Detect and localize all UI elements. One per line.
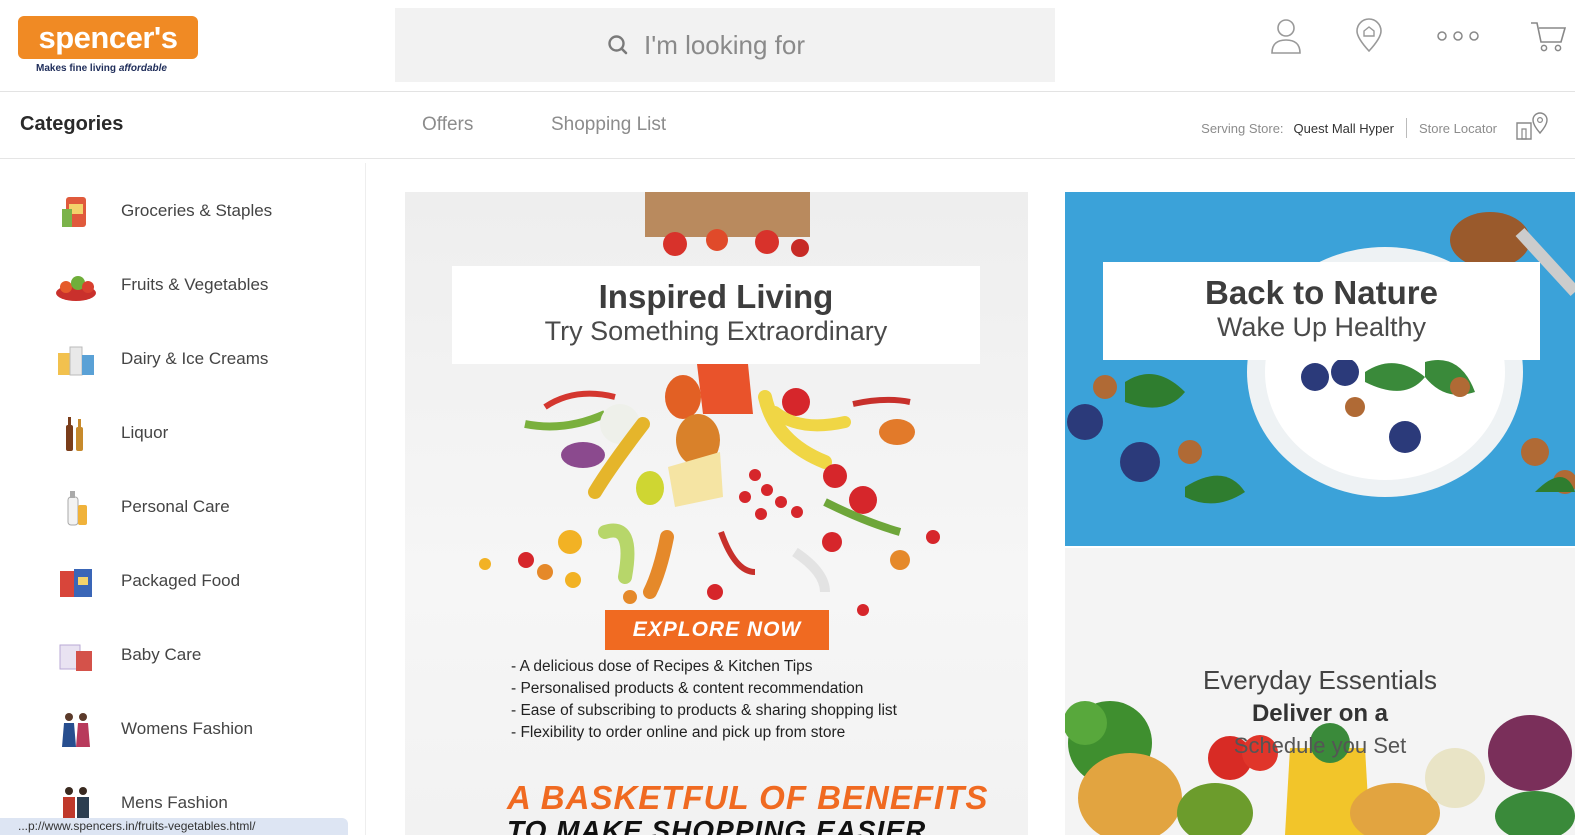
location-icon[interactable] — [1349, 16, 1389, 56]
logo-badge: spencer's — [18, 16, 198, 59]
sidebar-item-label: Groceries & Staples — [121, 201, 273, 220]
sidebar-item-groceries[interactable]: Groceries & Staples — [20, 181, 365, 241]
sidebar-item-label: Personal Care — [121, 497, 230, 516]
serving-store-name[interactable]: Quest Mall Hyper — [1294, 121, 1394, 136]
search-input[interactable] — [644, 29, 844, 61]
benefit-item: - A delicious dose of Recipes & Kitchen … — [511, 658, 813, 675]
spencers-logo[interactable]: spencer's Makes fine living affordable — [18, 16, 200, 78]
search-bar[interactable] — [395, 8, 1055, 82]
category-sidebar: Groceries & Staples Fruits & Vegetables … — [20, 163, 365, 835]
store-locator-link[interactable]: Store Locator — [1419, 121, 1497, 136]
sidebar-item-packaged-food[interactable]: Packaged Food — [20, 551, 365, 611]
personal-care-icon — [67, 491, 87, 526]
breakfast-bowl-illustration — [1065, 192, 1575, 546]
more-icon[interactable] — [1436, 16, 1480, 56]
inspired-living-title: Inspired Living — [598, 278, 834, 315]
sidebar-item-personal-care[interactable]: Personal Care — [20, 477, 365, 537]
dairy-icon — [58, 346, 94, 376]
fruits-vegetables-icon — [56, 276, 96, 301]
benefit-item: - Personalised products & content recomm… — [511, 680, 864, 697]
explore-now-button[interactable]: EXPLORE NOW — [605, 610, 829, 650]
sidebar-item-label: Mens Fashion — [121, 793, 228, 812]
sidebar-item-label: Womens Fashion — [121, 719, 253, 738]
nav-offers-link[interactable]: Offers — [422, 114, 473, 136]
benefits-list: - A delicious dose of Recipes & Kitchen … — [511, 656, 897, 744]
cart-icon[interactable] — [1528, 16, 1568, 56]
logo-tagline: Makes fine living affordable — [36, 63, 167, 74]
store-info: Serving Store: Quest Mall Hyper Store Lo… — [1201, 118, 1497, 138]
status-bar-url: ...p://www.spencers.in/fruits-vegetables… — [0, 818, 348, 835]
mens-fashion-icon — [63, 787, 89, 821]
serving-store-label: Serving Store: — [1201, 120, 1284, 136]
search-icon — [608, 35, 628, 55]
nav-row: Categories Offers Shopping List Serving … — [0, 93, 1575, 159]
categories-title[interactable]: Categories — [20, 113, 123, 136]
deliver-schedule-text: Deliver on a — [1251, 700, 1389, 727]
store-divider — [1405, 118, 1407, 138]
nav-shopping-list-link[interactable]: Shopping List — [551, 114, 666, 136]
back-to-nature-banner[interactable]: Back to Nature Wake Up Healthy — [1065, 192, 1575, 546]
baby-care-icon — [59, 644, 92, 671]
basketful-headline: A BASKETFUL OF BENEFITS — [507, 779, 989, 816]
app-window: spencer's Makes fine living affordable I… — [0, 0, 1575, 835]
sidebar-item-womens-fashion[interactable]: Womens Fashion — [20, 699, 365, 759]
everyday-essentials-title: Everyday Essentials — [1202, 665, 1438, 695]
everyday-essentials-banner[interactable]: Everyday Essentials Deliver on a Schedul… — [1065, 548, 1575, 835]
inspired-living-banner[interactable]: Inspired Living Try Something Extraordin… — [405, 192, 1028, 835]
sidebar-item-liquor[interactable]: Liquor — [20, 403, 365, 463]
sidebar-item-label: Liquor — [121, 423, 169, 442]
top-header: spencer's Makes fine living affordable — [0, 0, 1575, 92]
tagline-emphasis: affordable — [118, 63, 167, 74]
schedule-you-set-text: Schedule you Set — [1233, 733, 1407, 758]
groceries-icon — [62, 197, 86, 227]
back-to-nature-title: Back to Nature — [1205, 274, 1438, 311]
sidebar-item-label: Fruits & Vegetables — [121, 275, 269, 294]
sidebar-item-label: Baby Care — [121, 645, 202, 664]
user-icon[interactable] — [1266, 16, 1306, 56]
sidebar-item-dairy[interactable]: Dairy & Ice Creams — [20, 329, 365, 389]
shopping-easier-headline: TO MAKE SHOPPING EASIER — [507, 815, 927, 835]
benefit-item: - Ease of subscribing to products & shar… — [511, 702, 897, 719]
sidebar-item-label: Packaged Food — [121, 571, 241, 590]
inspired-living-card: Inspired Living Try Something Extraordin… — [452, 266, 980, 364]
benefit-item: - Flexibility to order online and pick u… — [511, 724, 846, 741]
liquor-icon — [66, 417, 83, 451]
inspired-living-subtitle: Try Something Extraordinary — [544, 316, 888, 346]
sidebar-item-baby-care[interactable]: Baby Care — [20, 625, 365, 685]
sidebar-item-label: Dairy & Ice Creams — [121, 349, 269, 368]
tagline-text: Makes fine living — [36, 63, 119, 74]
womens-fashion-icon — [62, 713, 90, 747]
back-to-nature-card: Back to Nature Wake Up Healthy — [1103, 262, 1540, 360]
sidebar-item-fruits-vegetables[interactable]: Fruits & Vegetables — [20, 255, 365, 315]
back-to-nature-subtitle: Wake Up Healthy — [1216, 312, 1427, 342]
packaged-food-icon — [60, 569, 92, 597]
store-locator-icon[interactable] — [1515, 111, 1549, 141]
